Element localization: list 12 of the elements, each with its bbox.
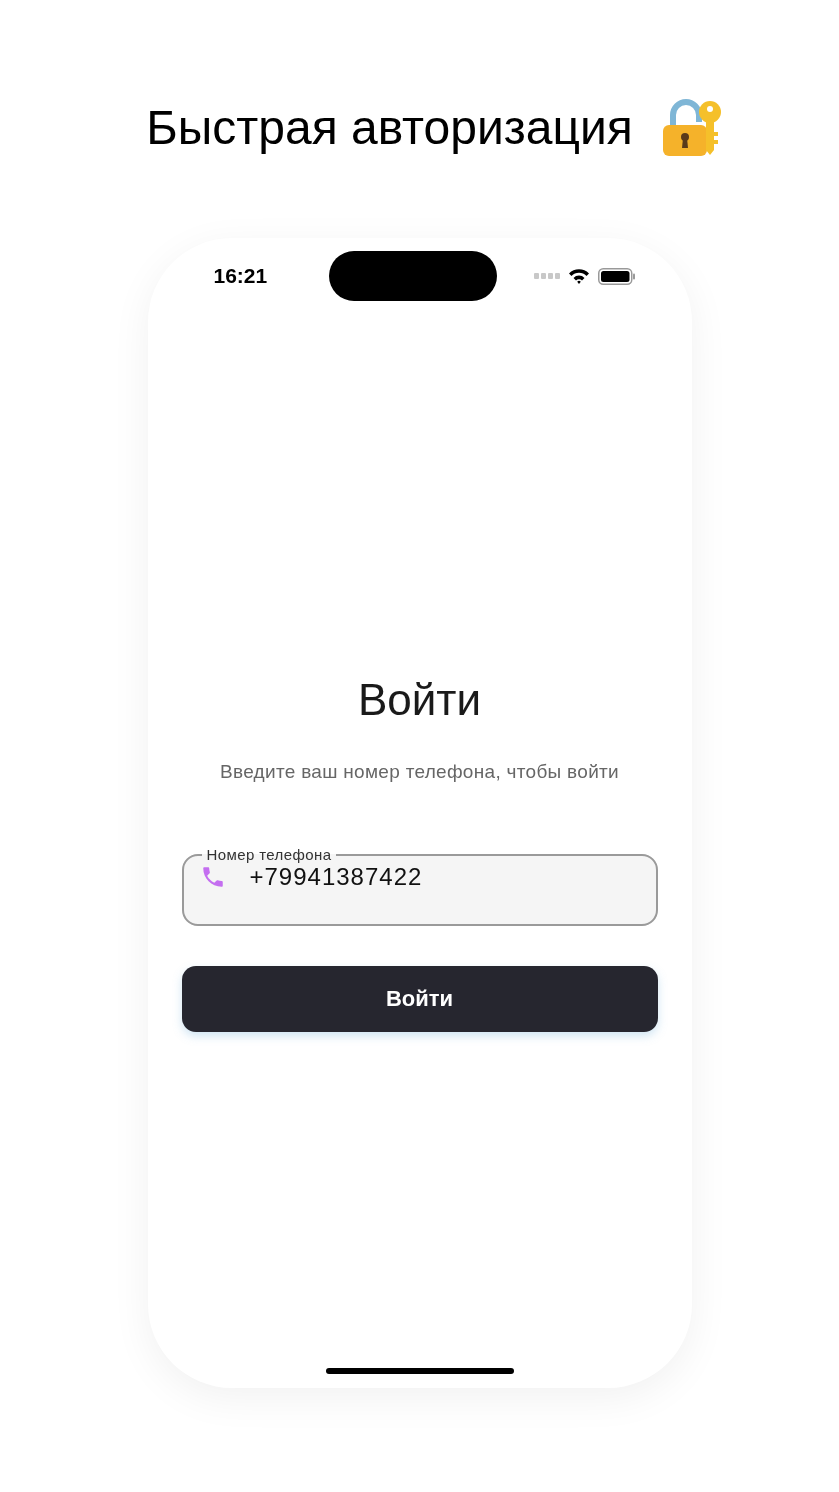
field-label: Номер телефона xyxy=(205,846,333,863)
battery-icon xyxy=(597,267,636,285)
login-title: Войти xyxy=(357,674,482,726)
status-time: 16:21 xyxy=(213,264,269,288)
phone-field[interactable]: Номер телефона +79941387422 xyxy=(181,846,658,926)
padlock-key-icon xyxy=(660,98,723,158)
phone-input[interactable]: +79941387422 xyxy=(249,863,640,891)
signal-icon xyxy=(533,273,560,279)
headline: Быстрая авторизация xyxy=(146,100,633,156)
login-subtitle: Введите ваш номер телефона, чтобы войти xyxy=(220,760,619,784)
wifi-icon xyxy=(567,268,590,284)
login-button[interactable]: Войти xyxy=(181,966,658,1032)
